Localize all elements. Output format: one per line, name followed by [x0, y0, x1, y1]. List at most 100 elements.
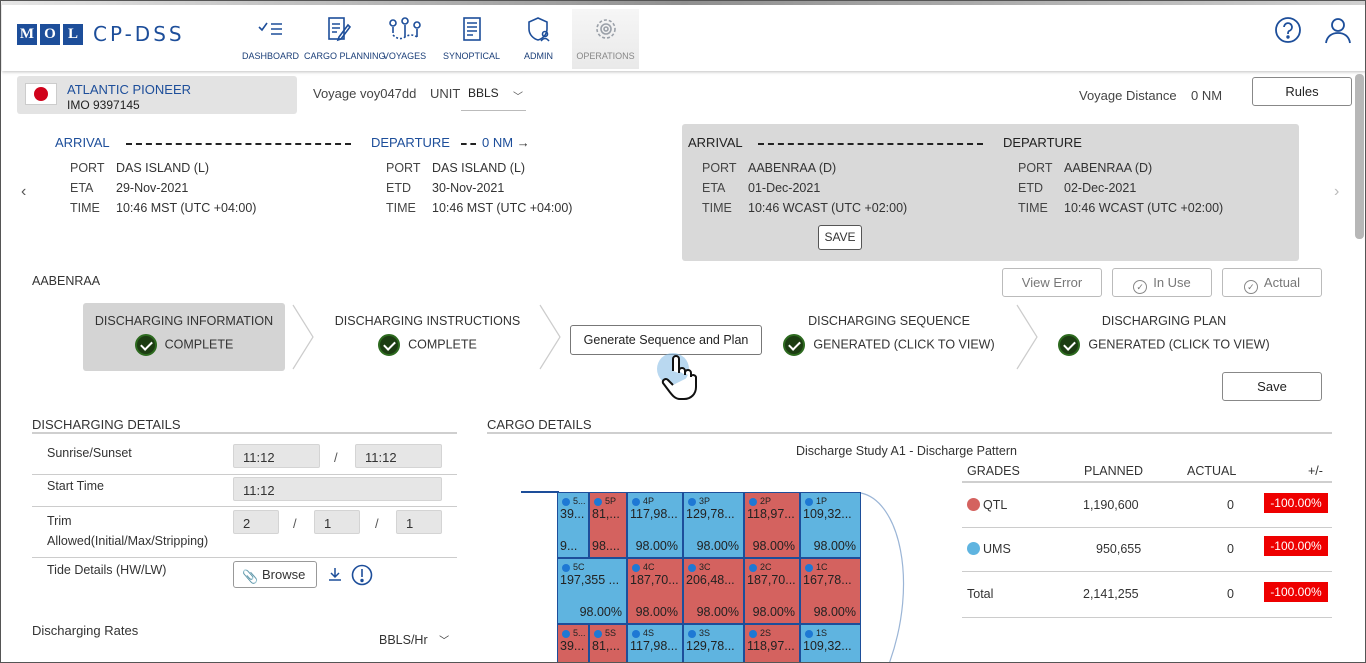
- tank-cell[interactable]: 3P 129,78... 98.00%: [683, 492, 744, 558]
- tank-name: 4P: [632, 496, 654, 506]
- trim-initial-input[interactable]: 2: [233, 510, 279, 534]
- chevron-right-icon[interactable]: ›: [1334, 183, 1339, 201]
- port1-arrival-details: PORT DAS ISLAND (L) ETA 29-Nov-2021 TIME 10…: [70, 158, 256, 218]
- detail-value: AABENRAA (D): [748, 161, 837, 175]
- tank-cell[interactable]: 4C 187,70... 98.00%: [627, 558, 683, 624]
- detail-key: ETA: [702, 181, 726, 195]
- tank-label: 5...: [573, 628, 586, 638]
- tank-cell[interactable]: 1S 109,32...: [800, 624, 861, 662]
- brand-logo[interactable]: M O L CP-DSS: [17, 22, 185, 46]
- vessel-name: ATLANTIC PIONEER: [67, 82, 192, 97]
- tank-cell[interactable]: 5S 81,...: [589, 624, 627, 662]
- detail-value: 10:46 WCAST (UTC +02:00): [748, 201, 908, 215]
- tank-label: 1S: [816, 628, 828, 638]
- tank-volume: 197,355 ...: [560, 573, 620, 587]
- info-alert-icon[interactable]: [351, 564, 373, 589]
- sunset-input[interactable]: 11:12: [355, 444, 442, 468]
- tank-dot: [749, 629, 757, 638]
- tank-cell[interactable]: 5... 39...: [557, 624, 589, 662]
- step-discharging-information[interactable]: DISCHARGING INFORMATION COMPLETE: [83, 303, 285, 371]
- nav-synoptical[interactable]: SYNOPTICAL: [438, 9, 505, 69]
- tank-cell[interactable]: 1P 109,32... 98.00%: [800, 492, 861, 558]
- paperclip-icon: 📎: [242, 569, 259, 584]
- port-save-button[interactable]: SAVE: [818, 225, 862, 250]
- tank-percent: 98.00%: [696, 605, 739, 619]
- tank-label: 5S: [605, 628, 617, 638]
- tank-dot: [805, 497, 813, 506]
- tank-volume: 129,78...: [686, 507, 735, 521]
- trim-stripping-input[interactable]: 1: [396, 510, 442, 534]
- browse-button[interactable]: 📎 Browse: [233, 561, 317, 588]
- start-time-input[interactable]: 11:12: [233, 477, 442, 501]
- sunrise-input[interactable]: 11:12: [233, 444, 320, 468]
- check-icon: [1058, 334, 1081, 356]
- tank-cell[interactable]: 5P 81,... 98....: [589, 492, 627, 558]
- app-window: M O L CP-DSS DASHBOARD CARGO PLANNING VO…: [0, 0, 1366, 663]
- sunrise-label: Sunrise/Sunset: [47, 446, 132, 460]
- step-discharging-plan[interactable]: DISCHARGING PLAN GENERATED (CLICK TO VIE…: [1056, 314, 1272, 356]
- detail-row: TIME 10:46 MST (UTC +04:00): [386, 198, 572, 218]
- tank-cell[interactable]: 4S 117,98...: [627, 624, 683, 662]
- tank-cell[interactable]: 1C 167,78... 98.00%: [800, 558, 861, 624]
- download-icon[interactable]: [327, 566, 343, 585]
- tank-cell[interactable]: 5C 197,355 ... 98.00%: [557, 558, 627, 624]
- total-diff-badge: -100.00%: [1264, 582, 1328, 602]
- grade-row-qtl[interactable]: QTL 1,190,600 0 -100.00%: [962, 483, 1332, 528]
- nav-cargo-planning[interactable]: CARGO PLANNING: [304, 9, 386, 69]
- tank-label: 5C: [573, 562, 585, 572]
- grade-label: UMS: [983, 542, 1011, 556]
- in-use-button[interactable]: ✓ In Use: [1112, 268, 1212, 297]
- tank-label: 2P: [760, 496, 772, 506]
- tank-cell[interactable]: 2S 118,97...: [744, 624, 800, 662]
- view-error-button[interactable]: View Error: [1002, 268, 1102, 297]
- rules-button[interactable]: Rules: [1252, 77, 1352, 106]
- step-discharging-instructions[interactable]: DISCHARGING INSTRUCTIONS COMPLETE: [331, 314, 524, 356]
- grade-diff-badge: -100.00%: [1264, 493, 1328, 513]
- port1-departure-label: DEPARTURE: [371, 135, 450, 150]
- nav-admin[interactable]: ADMIN: [505, 9, 572, 69]
- tank-volume: 167,78...: [803, 573, 852, 587]
- actual-header: ACTUAL: [1187, 464, 1237, 478]
- generate-sequence-button[interactable]: Generate Sequence and Plan: [570, 325, 762, 355]
- port2-departure-label: DEPARTURE: [1003, 135, 1082, 150]
- tank-name: 3P: [688, 496, 710, 506]
- tank-dot: [632, 563, 640, 572]
- user-profile-icon[interactable]: [1324, 16, 1352, 47]
- vertical-scrollbar[interactable]: [1355, 74, 1364, 239]
- nav-dashboard[interactable]: DASHBOARD: [237, 9, 304, 69]
- port1-arrival-label: ARRIVAL: [55, 135, 110, 150]
- detail-key: ETA: [70, 181, 94, 195]
- step-status-text: GENERATED (CLICK TO VIEW): [1088, 337, 1270, 352]
- tank-cell[interactable]: 3S 129,78...: [683, 624, 744, 662]
- nav-operations[interactable]: OPERATIONS: [572, 9, 639, 69]
- chevron-left-icon[interactable]: ‹: [21, 183, 26, 201]
- logo-letter: O: [40, 23, 60, 45]
- trim-max-input[interactable]: 1: [314, 510, 360, 534]
- detail-row: PORT DAS ISLAND (L): [386, 158, 572, 178]
- tank-cell[interactable]: 3C 206,48... 98.00%: [683, 558, 744, 624]
- detail-key: TIME: [702, 201, 732, 215]
- tank-cell[interactable]: 2P 118,97... 98.00%: [744, 492, 800, 558]
- unit-select[interactable]: BBLS ﹀: [461, 81, 526, 111]
- edit-document-icon: [304, 15, 371, 45]
- tank-volume: 118,97...: [747, 639, 795, 653]
- actual-button[interactable]: ✓ Actual: [1222, 268, 1322, 297]
- tank-percent: 98.00%: [635, 539, 678, 553]
- tank-label: 1C: [816, 562, 828, 572]
- tank-dot: [562, 497, 570, 506]
- nav-voyages[interactable]: VOYAGES: [371, 9, 438, 69]
- tank-label: 4C: [643, 562, 655, 572]
- grade-row-ums[interactable]: UMS 950,655 0 -100.00%: [962, 528, 1332, 572]
- step-discharging-sequence[interactable]: DISCHARGING SEQUENCE GENERATED (CLICK TO…: [781, 314, 997, 356]
- tank-cell[interactable]: 5... 39... 9...: [557, 492, 589, 558]
- detail-value: 10:46 WCAST (UTC +02:00): [1064, 201, 1224, 215]
- tank-cell[interactable]: 2C 187,70... 98.00%: [744, 558, 800, 624]
- detail-value: DAS ISLAND (L): [116, 161, 210, 175]
- grade-actual: 0: [1227, 498, 1234, 512]
- help-icon[interactable]: [1274, 16, 1302, 47]
- tank-name: 2P: [749, 496, 771, 506]
- tank-cell[interactable]: 4P 117,98... 98.00%: [627, 492, 683, 558]
- discharging-rates-label: Discharging Rates: [32, 623, 139, 638]
- rates-unit-select[interactable]: BBLS/Hr ﹀: [379, 632, 449, 647]
- save-button[interactable]: Save: [1222, 372, 1322, 401]
